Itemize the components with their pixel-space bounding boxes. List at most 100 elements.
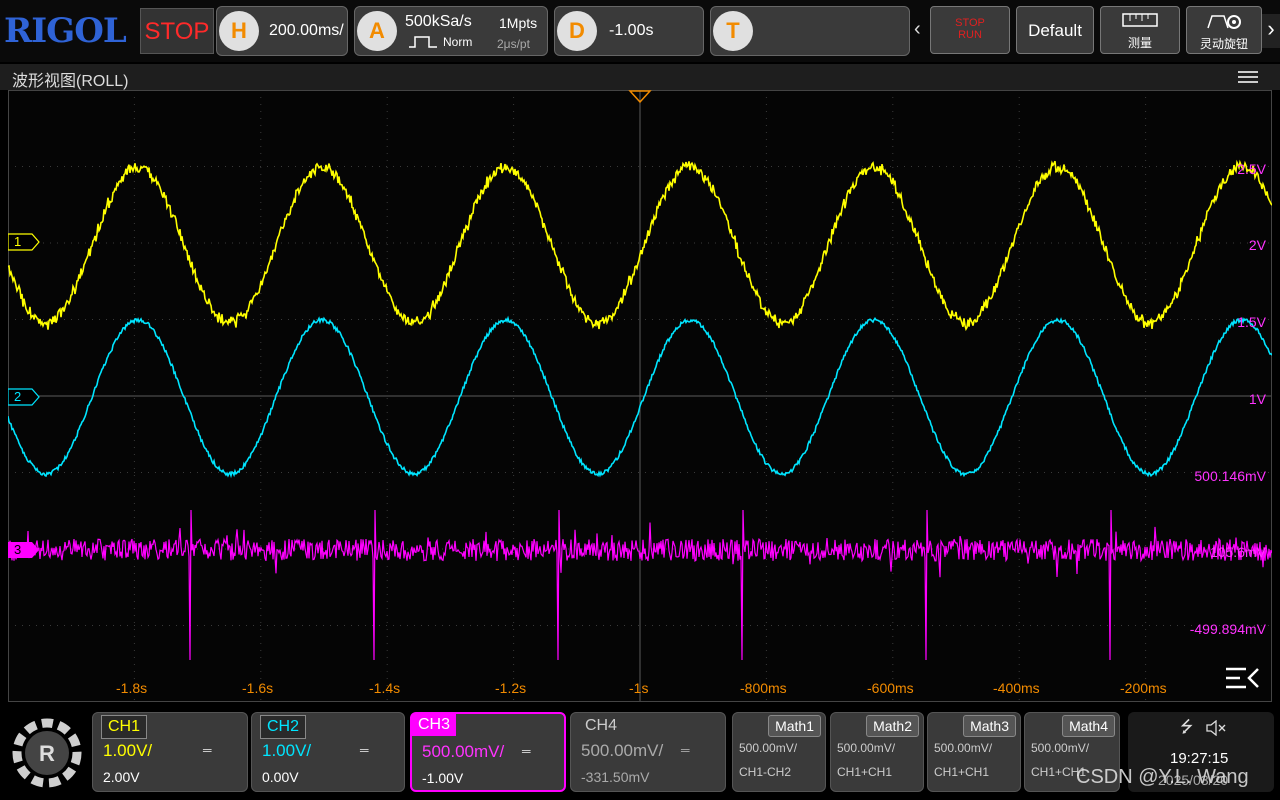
sample-rate: 500kSa/s <box>405 13 472 30</box>
ch1-scale: 1.00V/ <box>103 741 153 760</box>
math3-scale: 500.00mV/ <box>934 741 993 755</box>
ch2-scale: 1.00V/ <box>262 741 312 760</box>
math2-panel[interactable]: Math2 500.00mV/ CH1+CH1 <box>830 712 924 792</box>
acquire-control[interactable]: A 500kSa/s 1Mpts Norm 2μs/pt <box>354 6 548 56</box>
time-label: -600ms <box>867 680 914 696</box>
ch3-panel[interactable]: CH3 500.00mV/ ═ -1.00V <box>410 712 566 792</box>
dc-coupling-icon: ═ <box>681 743 690 757</box>
math3-panel[interactable]: Math3 500.00mV/ CH1+CH1 <box>927 712 1021 792</box>
math2-scale: 500.00mV/ <box>837 741 896 755</box>
acquire-badge: A <box>357 11 397 51</box>
horizontal-scale-value: 200.00ms/ <box>269 22 344 39</box>
stop-run-button[interactable]: STOP RUN <box>930 6 1010 54</box>
ch1-marker-label: 1 <box>14 234 22 249</box>
ch4-scale: 500.00mV/ <box>581 741 664 760</box>
math3-tab: Math3 <box>963 715 1016 737</box>
knob-label: 灵动旋钮 <box>1199 37 1248 51</box>
knob-gear-icon <box>1207 15 1241 29</box>
acquire-mode: Norm <box>443 35 473 49</box>
ch2-marker[interactable]: 2 <box>8 388 40 406</box>
svg-text:R: R <box>39 741 55 766</box>
volt-label: 1V <box>1248 391 1266 407</box>
time-label: -1.4s <box>369 680 401 696</box>
delay-badge: D <box>557 11 597 51</box>
measure-button[interactable]: 测量 <box>1100 6 1180 54</box>
home-gear-button[interactable]: R <box>8 714 86 792</box>
view-title-bar: 波形视图(ROLL) <box>0 64 1280 90</box>
chevron-left-icon[interactable]: ‹ <box>914 18 921 41</box>
time-label: -1.2s <box>495 680 527 696</box>
waveform-canvas <box>8 90 1272 702</box>
ch3-marker[interactable]: 3 <box>8 541 39 559</box>
usb-icon: ⭍ <box>1180 719 1194 736</box>
math1-expr: CH1-CH2 <box>739 765 792 779</box>
math2-expr: CH1+CH1 <box>837 765 893 779</box>
ch2-offset: 0.00V <box>262 769 299 785</box>
clock-time: 19:27:15 <box>1170 750 1229 767</box>
watermark: CSDN @Y.L. Wang <box>1076 766 1249 788</box>
volt-label: 1.5V <box>1237 314 1266 330</box>
rigol-logo: RIGOL <box>4 11 127 51</box>
math3-expr: CH1+CH1 <box>934 765 990 779</box>
time-label: -800ms <box>740 680 787 696</box>
math4-tab: Math4 <box>1062 715 1115 737</box>
trigger-badge: T <box>713 11 753 51</box>
ch3-marker-label: 3 <box>14 542 22 557</box>
math2-tab: Math2 <box>866 715 919 737</box>
ch4-offset: -331.50mV <box>581 769 650 785</box>
ch1-offset: 2.00V <box>103 769 140 785</box>
volt-label: 2.5V <box>1237 161 1266 177</box>
time-label: -200ms <box>1120 680 1167 696</box>
default-label: Default <box>1028 21 1082 40</box>
time-label: -1s <box>629 680 649 696</box>
acquire-mode-icon <box>409 36 437 48</box>
delay-value: -1.00s <box>609 22 654 39</box>
dc-coupling-icon: ═ <box>203 743 212 757</box>
ch1-panel[interactable]: CH1 1.00V/ ═ 2.00V <box>92 712 248 792</box>
math1-tab: Math1 <box>768 715 821 737</box>
time-label: -1.8s <box>116 680 148 696</box>
graticule <box>8 90 1272 702</box>
volt-label: 105.6mV <box>1209 544 1266 560</box>
trigger-control[interactable]: T <box>710 6 910 56</box>
smart-knob-button[interactable]: 灵动旋钮 <box>1186 6 1262 54</box>
chevron-right-icon[interactable]: › <box>1262 14 1280 48</box>
volt-label: 2V <box>1248 237 1266 253</box>
waveform-display[interactable]: 1 2 3 2.5V 2V 1.5V 1V 500.146mV 105.6mV … <box>8 90 1272 702</box>
ch1-marker[interactable]: 1 <box>8 233 40 251</box>
menu-icon[interactable] <box>1238 70 1258 84</box>
run-label: RUN <box>958 29 982 41</box>
stop-label: STOP <box>955 17 985 29</box>
ch4-panel[interactable]: CH4 500.00mV/ ═ -331.50mV <box>570 712 726 792</box>
view-title: 波形视图(ROLL) <box>12 73 129 90</box>
collapse-menu-icon[interactable] <box>1224 666 1260 692</box>
dc-coupling-icon: ═ <box>360 743 369 757</box>
time-label: -1.6s <box>242 680 274 696</box>
ch3-tab: CH3 <box>412 714 457 736</box>
horizontal-badge: H <box>219 11 259 51</box>
ch3-offset: -1.00V <box>422 770 464 786</box>
delay-control[interactable]: D -1.00s <box>554 6 704 56</box>
dc-coupling-icon: ═ <box>522 744 531 758</box>
volt-label: -499.894mV <box>1189 621 1266 637</box>
math1-scale: 500.00mV/ <box>739 741 798 755</box>
run-state-button[interactable]: STOP <box>140 8 214 54</box>
ch3-scale: 500.00mV/ <box>422 742 505 761</box>
ch2-panel[interactable]: CH2 1.00V/ ═ 0.00V <box>251 712 405 792</box>
math4-scale: 500.00mV/ <box>1031 741 1090 755</box>
ch1-tab: CH1 <box>101 715 148 739</box>
ch2-tab: CH2 <box>260 715 307 739</box>
math1-panel[interactable]: Math1 500.00mV/ CH1-CH2 <box>732 712 826 792</box>
volt-label: 500.146mV <box>1194 468 1266 484</box>
top-toolbar: RIGOL STOP H 200.00ms/ A 500kSa/s 1Mpts … <box>0 0 1280 62</box>
ch2-marker-label: 2 <box>14 389 22 404</box>
horizontal-scale-control[interactable]: H 200.00ms/ <box>216 6 348 56</box>
ch4-tab: CH4 <box>585 717 618 734</box>
home-gear-icon: R <box>12 718 82 788</box>
ruler-icon <box>1122 13 1158 27</box>
measure-label: 测量 <box>1127 36 1152 50</box>
default-button[interactable]: Default <box>1016 6 1094 54</box>
memory-depth: 1Mpts <box>499 15 538 31</box>
speaker-muted-icon[interactable] <box>1206 720 1228 736</box>
time-label: -400ms <box>993 680 1040 696</box>
